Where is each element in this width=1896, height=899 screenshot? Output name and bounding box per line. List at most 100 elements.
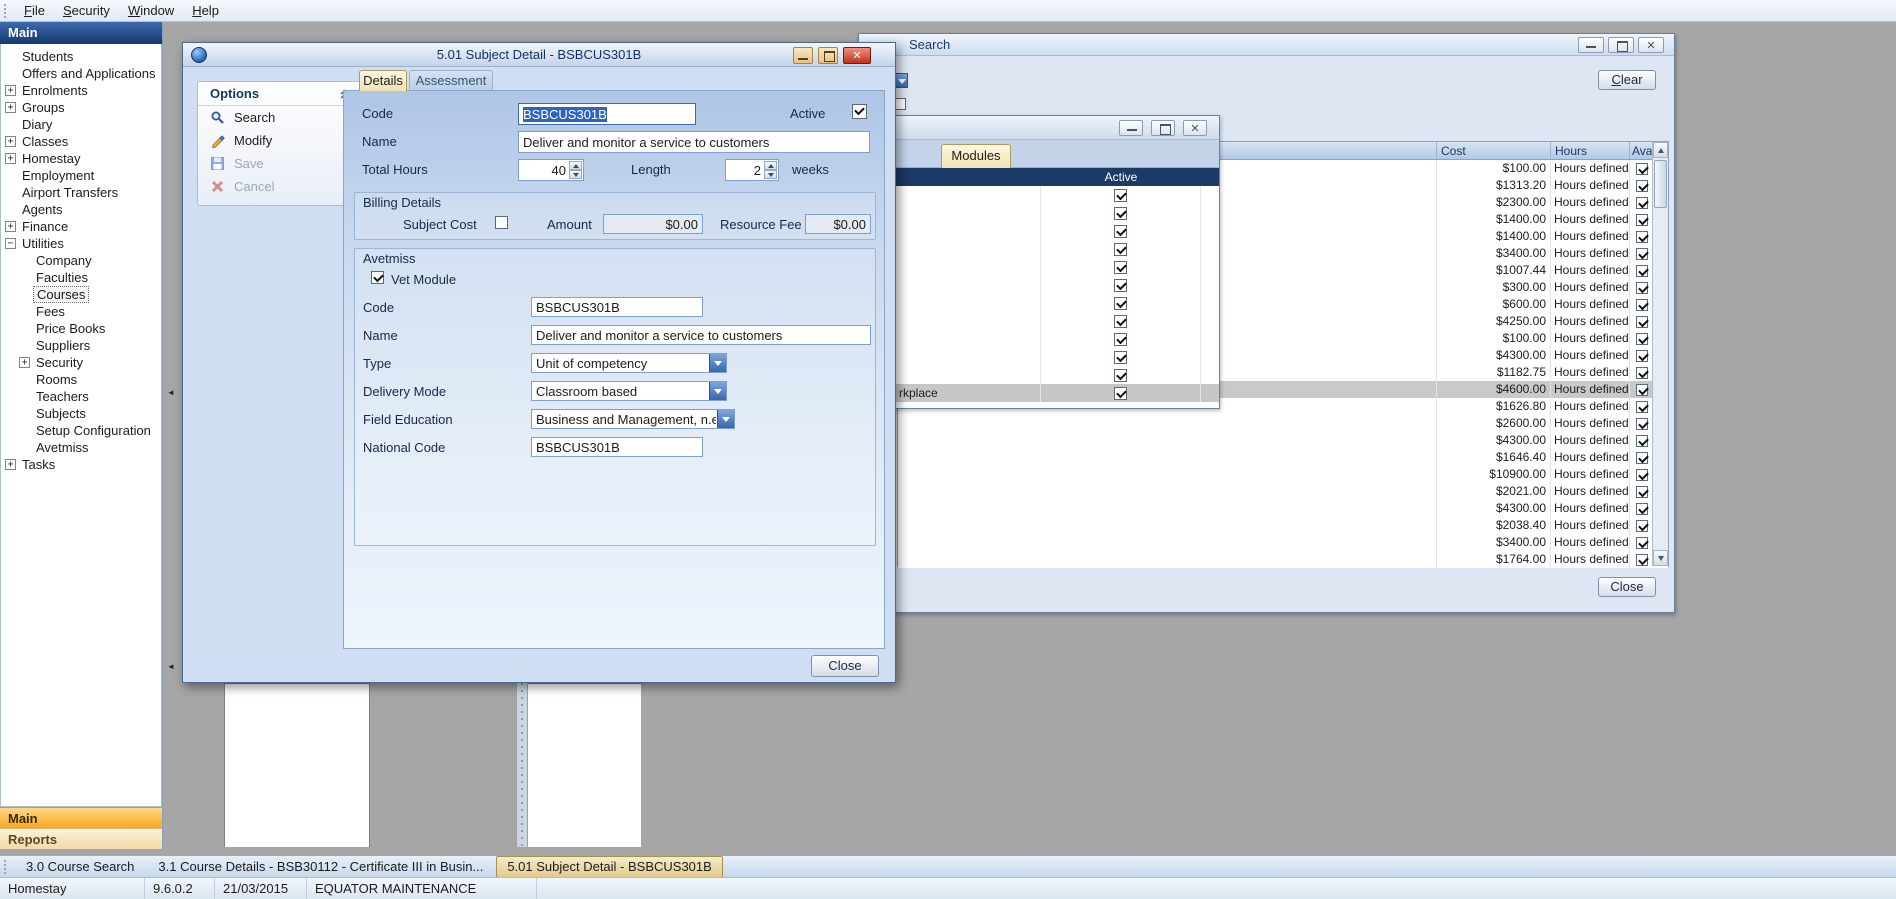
options-item-search[interactable]: Search [198,106,362,129]
sidebar-item-avetmiss[interactable]: Avetmiss [1,439,161,456]
module-active-checkbox[interactable] [1114,297,1127,310]
module-row[interactable] [881,222,1219,240]
taskbar-item[interactable]: 3.0 Course Search [15,856,145,878]
module-active-checkbox[interactable] [1114,225,1127,238]
module-active-checkbox[interactable] [1114,351,1127,364]
available-checkbox[interactable] [1636,520,1648,532]
clear-button[interactable]: Clear [1598,70,1656,90]
subject-result-row[interactable]: $10900.00Hours defined b [898,466,1668,483]
available-checkbox[interactable] [1636,231,1648,243]
expand-icon[interactable]: + [5,153,16,164]
sidebar-item-utilities[interactable]: −Utilities [1,235,161,252]
available-checkbox[interactable] [1636,282,1648,294]
close-button[interactable] [1183,120,1207,136]
module-row[interactable] [881,204,1219,222]
available-checkbox[interactable] [1636,418,1648,430]
sidebar-item-airport-transfers[interactable]: Airport Transfers [1,184,161,201]
module-active-checkbox[interactable] [1114,279,1127,292]
field-education-dropdown[interactable]: Business and Management, n.e. [531,409,735,429]
menu-security[interactable]: Security [54,1,119,20]
avetmiss-code-input[interactable]: BSBCUS301B [531,297,703,317]
subject-result-row[interactable]: $4300.00Hours defined b [898,432,1668,449]
column-header-available[interactable]: Ava [1630,142,1654,159]
subject-result-row[interactable]: $1764.00Hours defined b [898,551,1668,568]
dropdown-button-fragment[interactable] [894,73,908,88]
module-active-checkbox[interactable] [1114,387,1127,400]
expand-icon[interactable]: + [5,102,16,113]
available-checkbox[interactable] [1636,163,1648,175]
options-item-save[interactable]: Save [198,152,362,175]
subject-result-row[interactable]: $2038.40Hours defined b [898,517,1668,534]
subject-result-row[interactable]: $2600.00Hours defined b [898,415,1668,432]
sidebar-item-finance[interactable]: +Finance [1,218,161,235]
module-active-checkbox[interactable] [1114,207,1127,220]
available-checkbox[interactable] [1636,469,1648,481]
available-checkbox[interactable] [1636,554,1648,566]
name-input[interactable]: Deliver and monitor a service to custome… [518,131,870,153]
maximize-button[interactable] [1608,37,1634,53]
active-checkbox[interactable] [852,104,867,119]
collapse-icon[interactable]: − [5,238,16,249]
scroll-down-icon[interactable] [1653,550,1668,566]
decrement-icon[interactable] [569,170,582,179]
national-code-input[interactable]: BSBCUS301B [531,437,703,457]
available-checkbox[interactable] [1636,299,1648,311]
column-header-hours[interactable]: Hours [1551,142,1630,159]
module-active-checkbox[interactable] [1114,261,1127,274]
expand-icon[interactable]: + [5,459,16,470]
available-checkbox[interactable] [1636,248,1648,260]
module-row[interactable] [881,294,1219,312]
subject-result-row[interactable]: $4300.00Hours defined b [898,500,1668,517]
subject-result-row[interactable]: $3400.00Hours defined b [898,534,1668,551]
module-row[interactable] [881,330,1219,348]
available-checkbox[interactable] [1636,333,1648,345]
sidebar-item-homestay[interactable]: +Homestay [1,150,161,167]
available-checkbox[interactable] [1636,384,1648,396]
sidebar-item-company[interactable]: Company [1,252,161,269]
module-row[interactable] [881,186,1219,204]
chevron-down-icon[interactable] [709,382,726,400]
menu-file[interactable]: File [15,1,54,20]
module-active-checkbox[interactable] [1114,315,1127,328]
sidebar-item-fees[interactable]: Fees [1,303,161,320]
sidebar-item-diary[interactable]: Diary [1,116,161,133]
minimize-button[interactable] [1119,120,1143,136]
close-button[interactable] [1638,37,1664,53]
type-dropdown[interactable]: Unit of competency [531,353,727,373]
sidebar-item-suppliers[interactable]: Suppliers [1,337,161,354]
subject-result-row[interactable]: $2021.00Hours defined b [898,483,1668,500]
module-active-checkbox[interactable] [1114,243,1127,256]
available-checkbox[interactable] [1636,180,1648,192]
module-active-checkbox[interactable] [1114,189,1127,202]
taskbar-item[interactable]: 5.01 Subject Detail - BSBCUS301B [496,856,723,878]
expand-icon[interactable]: + [5,221,16,232]
code-input[interactable]: BSBCUS301B [518,103,696,125]
chevron-down-icon[interactable] [709,354,726,372]
search-close-button[interactable]: Close [1598,577,1656,597]
resource-fee-input[interactable]: $0.00 [805,214,871,234]
length-stepper[interactable]: 2 [725,159,779,181]
options-item-modify[interactable]: Modify [198,129,362,152]
close-button[interactable] [843,47,871,64]
subject-result-row[interactable]: $1646.40Hours defined b [898,449,1668,466]
background-window-scrollbar-fragment[interactable] [516,683,528,847]
scrollbar-thumb[interactable] [1654,160,1667,208]
module-row[interactable] [881,240,1219,258]
module-row[interactable] [881,258,1219,276]
column-header-active[interactable]: Active [1041,168,1201,186]
column-header-cost[interactable]: Cost [1437,142,1551,159]
subject-detail-close-button[interactable]: Close [811,655,879,677]
search-window-titlebar[interactable]: Search [859,34,1674,56]
sidebar-reports-button[interactable]: Reports [0,828,162,849]
sidebar-item-agents[interactable]: Agents [1,201,161,218]
maximize-button[interactable] [818,47,838,64]
available-checkbox[interactable] [1636,265,1648,277]
menu-help[interactable]: Help [183,1,228,20]
sidebar-item-faculties[interactable]: Faculties [1,269,161,286]
tab-details[interactable]: Details [359,70,407,91]
sidebar-item-setup-configuration[interactable]: Setup Configuration [1,422,161,439]
sidebar-item-price-books[interactable]: Price Books [1,320,161,337]
total-hours-stepper[interactable]: 40 [518,159,584,181]
sidebar-item-security[interactable]: +Security [1,354,161,371]
module-row[interactable] [881,348,1219,366]
